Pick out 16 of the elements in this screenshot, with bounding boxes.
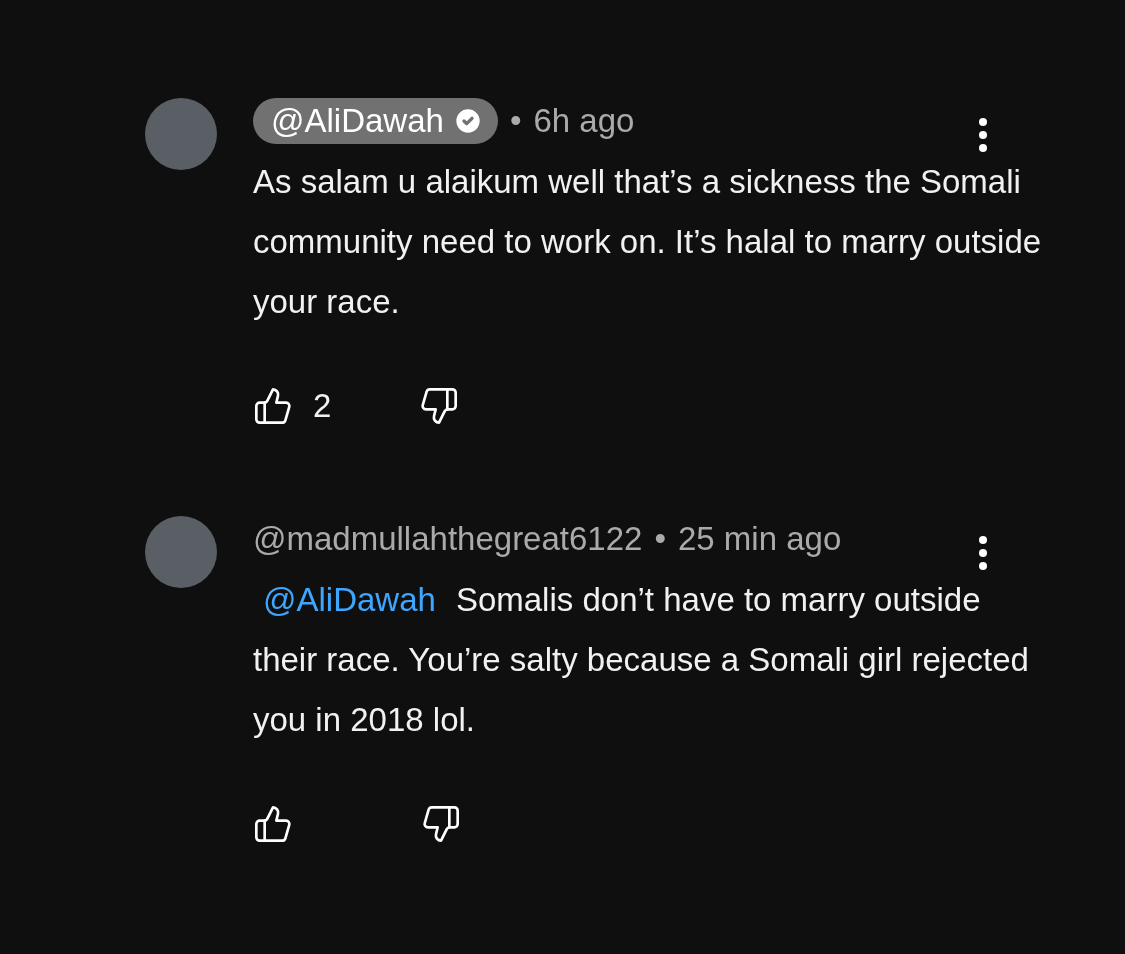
- thumbs-up-icon[interactable]: [253, 804, 293, 844]
- thumbs-down-icon[interactable]: [419, 386, 460, 426]
- like-count: 2: [313, 387, 332, 425]
- mention-link[interactable]: @AliDawah: [263, 581, 436, 618]
- comment-time: 25 min ago: [678, 520, 842, 558]
- comment-text: @AliDawah Somalis don’t have to marry outside their race. You’re salty because a Somali girl rejected you in 2018 lol.: [253, 580, 1030, 740]
- kebab-menu-icon[interactable]: [979, 118, 987, 152]
- kebab-menu-icon[interactable]: [979, 536, 987, 570]
- thumbs-up-icon[interactable]: [253, 386, 293, 426]
- author-name[interactable]: @madmullahthegreat6122: [253, 520, 643, 558]
- separator-dot: •: [654, 520, 666, 558]
- comment-time: 6h ago: [533, 102, 635, 140]
- author-name[interactable]: @AliDawah: [253, 98, 498, 144]
- separator-dot: •: [509, 102, 522, 140]
- comment-text: As salam u alaikum well that’s a sickness the Somali community need to work on. It’s halal to marry outside your race.: [253, 162, 1043, 322]
- thumbs-down-icon[interactable]: [421, 804, 461, 844]
